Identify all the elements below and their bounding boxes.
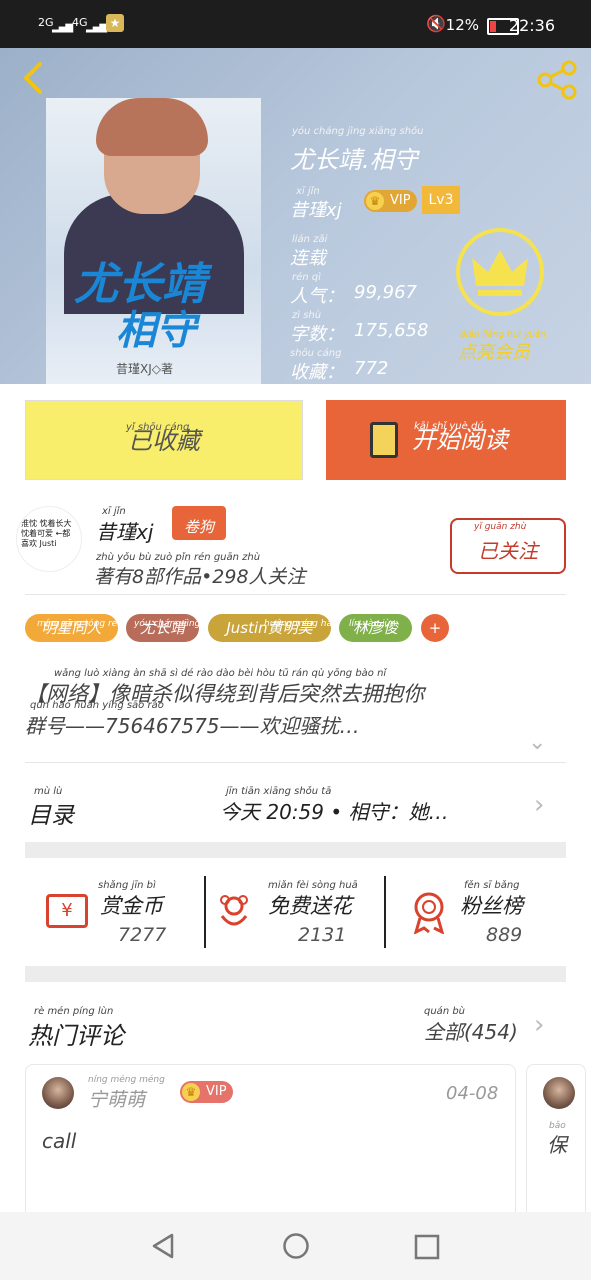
chevron-right-icon: ›: [534, 790, 545, 820]
medal-icon: [410, 890, 448, 935]
favorited-pinyin: yǐ shōu cáng: [126, 422, 190, 433]
divider: [25, 762, 566, 763]
latest-chapter: 今天 20:59 • 相守：她…: [220, 800, 449, 824]
commenter-vip-badge: ♛ VIP: [180, 1081, 233, 1103]
add-tag-label: +: [428, 619, 442, 637]
coin-label: 赏金币: [100, 894, 163, 918]
section-gap: [25, 966, 566, 982]
cover-hair: [96, 98, 208, 156]
share-icon[interactable]: [535, 60, 579, 100]
author-badge: quān gǒu 卷狗: [172, 492, 226, 540]
tag-pinyin: huáng míng hào: [264, 619, 338, 629]
stat-divider: [384, 876, 386, 948]
popularity-value: 99,967: [354, 282, 417, 303]
comments-title: 热门评论: [28, 1022, 124, 1050]
words-label: 字数：: [290, 324, 344, 345]
nav-recents-icon[interactable]: [414, 1234, 440, 1264]
commenter-pinyin: níng méng méng: [88, 1075, 165, 1085]
words-value: 175,658: [354, 320, 429, 341]
book-header: 尤长靖 相守 昔瑾XJ◇著 yóu cháng jìng xiāng shǒu …: [0, 48, 591, 384]
flower-label: 免费送花: [268, 894, 352, 918]
title-pinyin: yóu cháng jìng xiāng shǒu: [292, 126, 424, 137]
cover-title-2: 相守: [116, 308, 196, 354]
status-bar: 2G ▂▄▆ 4G ▂▄▆ ★ 🔇 12% 22:36: [0, 0, 591, 48]
favorites-label: 收藏：: [290, 362, 344, 383]
member-link[interactable]: 点亮会员: [458, 338, 530, 364]
book-title: 尤长靖.相守: [290, 146, 418, 174]
tag-pinyin: yóu cháng jìng: [134, 619, 201, 629]
signal-bars-icon: ▂▄▆: [52, 22, 73, 33]
author-summary: 著有8部作品•298人关注: [94, 566, 306, 588]
mute-icon: 🔇: [426, 14, 446, 33]
signal-bars-2-icon: ▂▄▆: [86, 22, 107, 33]
tag-pinyin: míng xīng tóng rén: [37, 619, 123, 629]
tag-chip[interactable]: lín yàn jùn 林彦俊: [339, 614, 412, 642]
favorites-value: 772: [354, 358, 389, 379]
add-tag-button[interactable]: +: [421, 614, 449, 642]
flower-value: 2131: [298, 924, 347, 946]
divider: [25, 594, 566, 595]
book-icon: [370, 422, 398, 458]
vip-label: VIP: [390, 193, 411, 208]
start-read-label: 开始阅读: [412, 426, 508, 454]
author-badge-pinyin: quān gǒu: [182, 492, 220, 501]
favorited-button[interactable]: yǐ shōu cáng 已收藏: [25, 400, 303, 480]
vip-label: VIP: [206, 1084, 227, 1099]
nav-home-icon[interactable]: [282, 1232, 310, 1264]
catalog-label: 目录: [28, 803, 74, 829]
tag-pinyin: lín yàn jùn: [349, 619, 396, 629]
tag-chip[interactable]: míng xīng tóng rén 明星同人: [25, 614, 123, 642]
intro-line2: 群号——756467575——欢迎骚扰…: [25, 714, 360, 738]
crown-icon: ♛: [182, 1083, 200, 1101]
notification-icon: ★: [106, 14, 124, 32]
commenter-name[interactable]: 宁萌萌: [88, 1085, 145, 1112]
tag-chip[interactable]: yóu cháng jìng 尤长靖: [126, 614, 200, 642]
stat-divider: [204, 876, 206, 948]
nav-back-icon[interactable]: [150, 1232, 178, 1264]
flower-icon: [216, 892, 252, 928]
comment-text-peek: 保: [547, 1133, 567, 1157]
author-badge-label: 卷狗: [183, 518, 214, 536]
comment-text: call: [42, 1129, 77, 1153]
book-cover[interactable]: 尤长靖 相守 昔瑾XJ◇著: [46, 98, 261, 384]
coin-value: 7277: [118, 924, 167, 946]
author-avatar[interactable]: 淮忱 忱着长大 忱着可爱 ←都喜欢 Justi: [16, 506, 82, 572]
crown-icon: ♛: [366, 192, 384, 210]
chevron-right-icon[interactable]: ›: [534, 1010, 544, 1040]
comment-card-peek[interactable]: bǎo 保: [526, 1064, 586, 1224]
cover-author: 昔瑾XJ◇著: [116, 362, 173, 376]
author-card-name[interactable]: 昔瑾xj: [96, 516, 153, 545]
follow-pinyin: yǐ guān zhù: [474, 522, 527, 532]
clock: 22:36: [508, 16, 555, 35]
battery-percent: 12%: [445, 16, 479, 34]
section-gap: [25, 842, 566, 858]
level-badge: Lv3: [422, 186, 460, 214]
start-reading-button[interactable]: kāi shǐ yuè dú 开始阅读: [326, 400, 566, 480]
all-comments-link[interactable]: 全部(454): [424, 1016, 518, 1045]
commenter-avatar[interactable]: [42, 1077, 74, 1109]
author-name[interactable]: 昔瑾xj: [290, 196, 342, 222]
vip-badge: ♛ VIP: [364, 190, 417, 212]
follow-button[interactable]: yǐ guān zhù 已关注: [450, 518, 566, 574]
commenter-avatar[interactable]: [543, 1077, 575, 1109]
tag-chip[interactable]: huáng míng hào Justin黄明昊: [208, 614, 337, 642]
red-envelope-icon: ¥: [46, 894, 88, 928]
member-crown-icon[interactable]: [456, 228, 544, 316]
fan-value: 889: [486, 924, 523, 946]
serial-status: 连载: [290, 248, 326, 269]
comment-date: 04-08: [446, 1083, 499, 1104]
expand-chevron-icon[interactable]: ⌄: [528, 730, 546, 755]
fan-label: 粉丝榜: [460, 894, 523, 918]
system-nav-bar: [0, 1212, 591, 1280]
back-icon[interactable]: [14, 58, 54, 98]
popularity-label: 人气：: [290, 286, 344, 307]
comment-card[interactable]: níng méng méng 宁萌萌 ♛ VIP 04-08 call: [25, 1064, 516, 1224]
